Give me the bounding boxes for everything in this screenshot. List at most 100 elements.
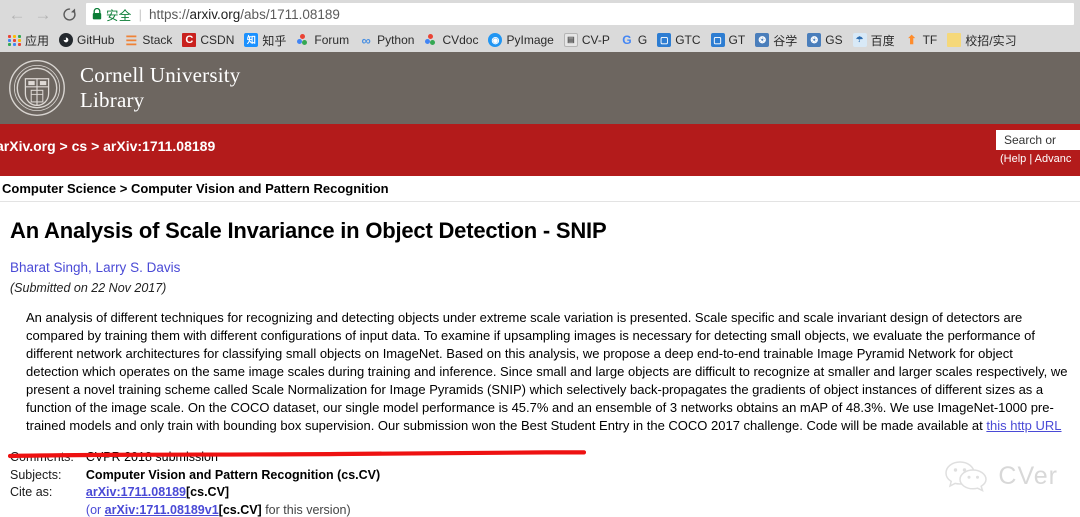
reload-icon[interactable]	[56, 1, 82, 27]
address-bar[interactable]: 安全 | https://arxiv.org/abs/1711.08189	[86, 3, 1074, 25]
breadcrumb[interactable]: arXiv.org > cs > arXiv:1711.08189	[0, 138, 215, 154]
search-area: Search or (Help | Advanc	[996, 130, 1080, 165]
bookmark-cvdoc[interactable]: CVdoc	[419, 30, 483, 50]
bookmark-cvp[interactable]: ▤ CV-P	[559, 30, 615, 50]
cvp-icon: ▤	[563, 33, 578, 47]
folder-icon	[947, 33, 962, 47]
subject-breadcrumb[interactable]: Computer Science > Computer Vision and P…	[0, 176, 1080, 202]
version-spacer	[10, 502, 86, 517]
bookmark-python[interactable]: ∞ Python	[354, 30, 419, 50]
table-row: Cite as: arXiv:1711.08189[cs.CV]	[10, 484, 380, 502]
cornell-line-1: Cornell University	[80, 63, 241, 88]
bookmark-label: 知乎	[262, 33, 287, 48]
arxiv-red-bar: arXiv.org > cs > arXiv:1711.08189 Search…	[0, 124, 1080, 176]
bookmark-folder[interactable]: 校招/实习	[942, 30, 1021, 50]
version-arxiv-link[interactable]: arXiv:1711.08189v1	[105, 503, 219, 517]
bookmark-label: 谷学	[773, 33, 798, 48]
bookmark-tensorflow[interactable]: ⬆ TF	[900, 30, 943, 50]
cite-category: [cs.CV]	[186, 485, 230, 500]
browser-chrome: ← → 安全 | https://arxiv.org/abs/1711.0818…	[0, 0, 1080, 52]
tensorflow-icon: ⬆	[906, 33, 917, 47]
url-host: arxiv.org	[189, 6, 241, 22]
cver-watermark: CVer	[944, 459, 1058, 493]
bookmark-label: 校招/实习	[965, 33, 1017, 48]
bookmark-zhihu[interactable]: 知 知乎	[239, 30, 291, 50]
csdn-icon: C	[182, 33, 197, 47]
bookmark-github[interactable]: ◕ GitHub	[54, 30, 119, 50]
bookmark-label: Forum	[314, 33, 350, 47]
url-text: https://arxiv.org/abs/1711.08189	[149, 7, 340, 22]
cite-label: Cite as:	[10, 485, 53, 500]
secure-label: 安全	[106, 8, 132, 23]
forum-icon	[296, 33, 310, 47]
bookmark-label: CVdoc	[442, 33, 479, 47]
search-input[interactable]: Search or	[996, 130, 1080, 150]
abstract-http-url-link[interactable]: this http URL	[986, 418, 1061, 433]
paper-container: An Analysis of Scale Invariance in Objec…	[0, 218, 1080, 517]
author-link[interactable]: Bharat Singh, Larry S. Davis	[10, 260, 180, 275]
page-body: Cornell University Library arXiv.org > c…	[0, 52, 1080, 517]
back-arrow-icon[interactable]: ←	[4, 1, 30, 27]
wechat-logo-icon	[945, 461, 988, 493]
bookmark-google[interactable]: G G	[615, 30, 652, 50]
bookmark-label: GTC	[675, 33, 701, 47]
bookmark-stack[interactable]: ☰ Stack	[119, 30, 177, 50]
forward-arrow-icon[interactable]: →	[30, 1, 56, 27]
version-suffix: for this version)	[261, 502, 351, 517]
cvdoc-icon	[424, 33, 438, 47]
abstract-body: An analysis of different techniques for …	[26, 310, 1068, 434]
bookmark-gtc[interactable]: ▢ GTC	[652, 30, 705, 50]
bookmark-pyimage[interactable]: ◉ PyImage	[483, 30, 558, 50]
bookmark-label: Python	[377, 33, 415, 47]
cite-value: arXiv:1711.08189[cs.CV]	[86, 484, 380, 502]
apps-grid-icon	[7, 33, 21, 47]
subjects-value: Computer Vision and Pattern Recognition …	[85, 467, 381, 482]
table-row: (or arXiv:1711.08189v1[cs.CV] for this v…	[10, 502, 380, 517]
cite-arxiv-link[interactable]: arXiv:1711.08189	[86, 485, 186, 499]
bookmark-label: CSDN	[200, 33, 235, 47]
google-icon: G	[622, 33, 632, 47]
omnibox-separator: |	[138, 6, 142, 22]
bookmark-gs[interactable]: ❂ GS	[802, 30, 847, 50]
bookmark-label: CV-P	[581, 33, 610, 47]
url-path: /abs/1711.08189	[240, 6, 340, 22]
submission-date: (Submitted on 22 Nov 2017)	[10, 281, 167, 295]
bookmark-label: Stack	[142, 33, 173, 47]
bookmark-gt[interactable]: ▢ GT	[706, 30, 751, 50]
gt-icon: ▢	[710, 33, 725, 47]
bookmark-apps[interactable]: 应用	[2, 30, 54, 50]
comments-value: CVPR 2018 submission	[85, 450, 218, 465]
bookmark-forum[interactable]: Forum	[291, 30, 354, 50]
metadata-table: Comments: CVPR 2018 submission Subjects:…	[10, 449, 380, 517]
url-scheme: https://	[149, 6, 190, 22]
search-help-links[interactable]: (Help | Advanc	[996, 153, 1080, 165]
bookmark-guxue[interactable]: ❂ 谷学	[750, 30, 802, 50]
bookmark-baidu[interactable]: ☂ 百度	[848, 30, 900, 50]
metadata-block: Comments: CVPR 2018 submission Subjects:…	[6, 449, 1074, 517]
abstract-text: An analysis of different techniques for …	[26, 309, 1068, 435]
cornell-seal-icon[interactable]	[8, 59, 66, 117]
stackoverflow-icon: ☰	[125, 33, 138, 47]
version-category: [cs.CV]	[218, 502, 262, 517]
gs-icon: ❂	[807, 33, 822, 47]
bookmarks-bar: 应用 ◕ GitHub ☰ Stack C CSDN 知 知乎 Forum ∞ …	[0, 28, 1080, 52]
bookmark-label: 百度	[870, 33, 895, 48]
bookmark-label: GT	[728, 33, 746, 47]
zhihu-icon: 知	[244, 33, 259, 47]
cornell-wordmark[interactable]: Cornell University Library	[80, 63, 241, 113]
cornell-line-2: Library	[80, 88, 145, 112]
bookmark-label: TF	[922, 33, 938, 47]
guxue-icon: ❂	[755, 33, 770, 47]
cornell-header: Cornell University Library	[0, 52, 1080, 124]
authors-list: Bharat Singh, Larry S. Davis	[6, 260, 1074, 275]
bookmark-label: PyImage	[506, 33, 554, 47]
comments-label: Comments:	[10, 450, 74, 465]
bookmark-csdn[interactable]: C CSDN	[177, 30, 239, 50]
github-icon: ◕	[59, 33, 74, 47]
page-title: An Analysis of Scale Invariance in Objec…	[10, 218, 607, 243]
bookmark-label: 应用	[25, 33, 50, 48]
cver-text: CVer	[998, 461, 1058, 490]
subjects-label: Subjects:	[10, 467, 62, 482]
bookmark-label: GitHub	[77, 33, 115, 47]
bookmark-label: GS	[825, 33, 843, 47]
